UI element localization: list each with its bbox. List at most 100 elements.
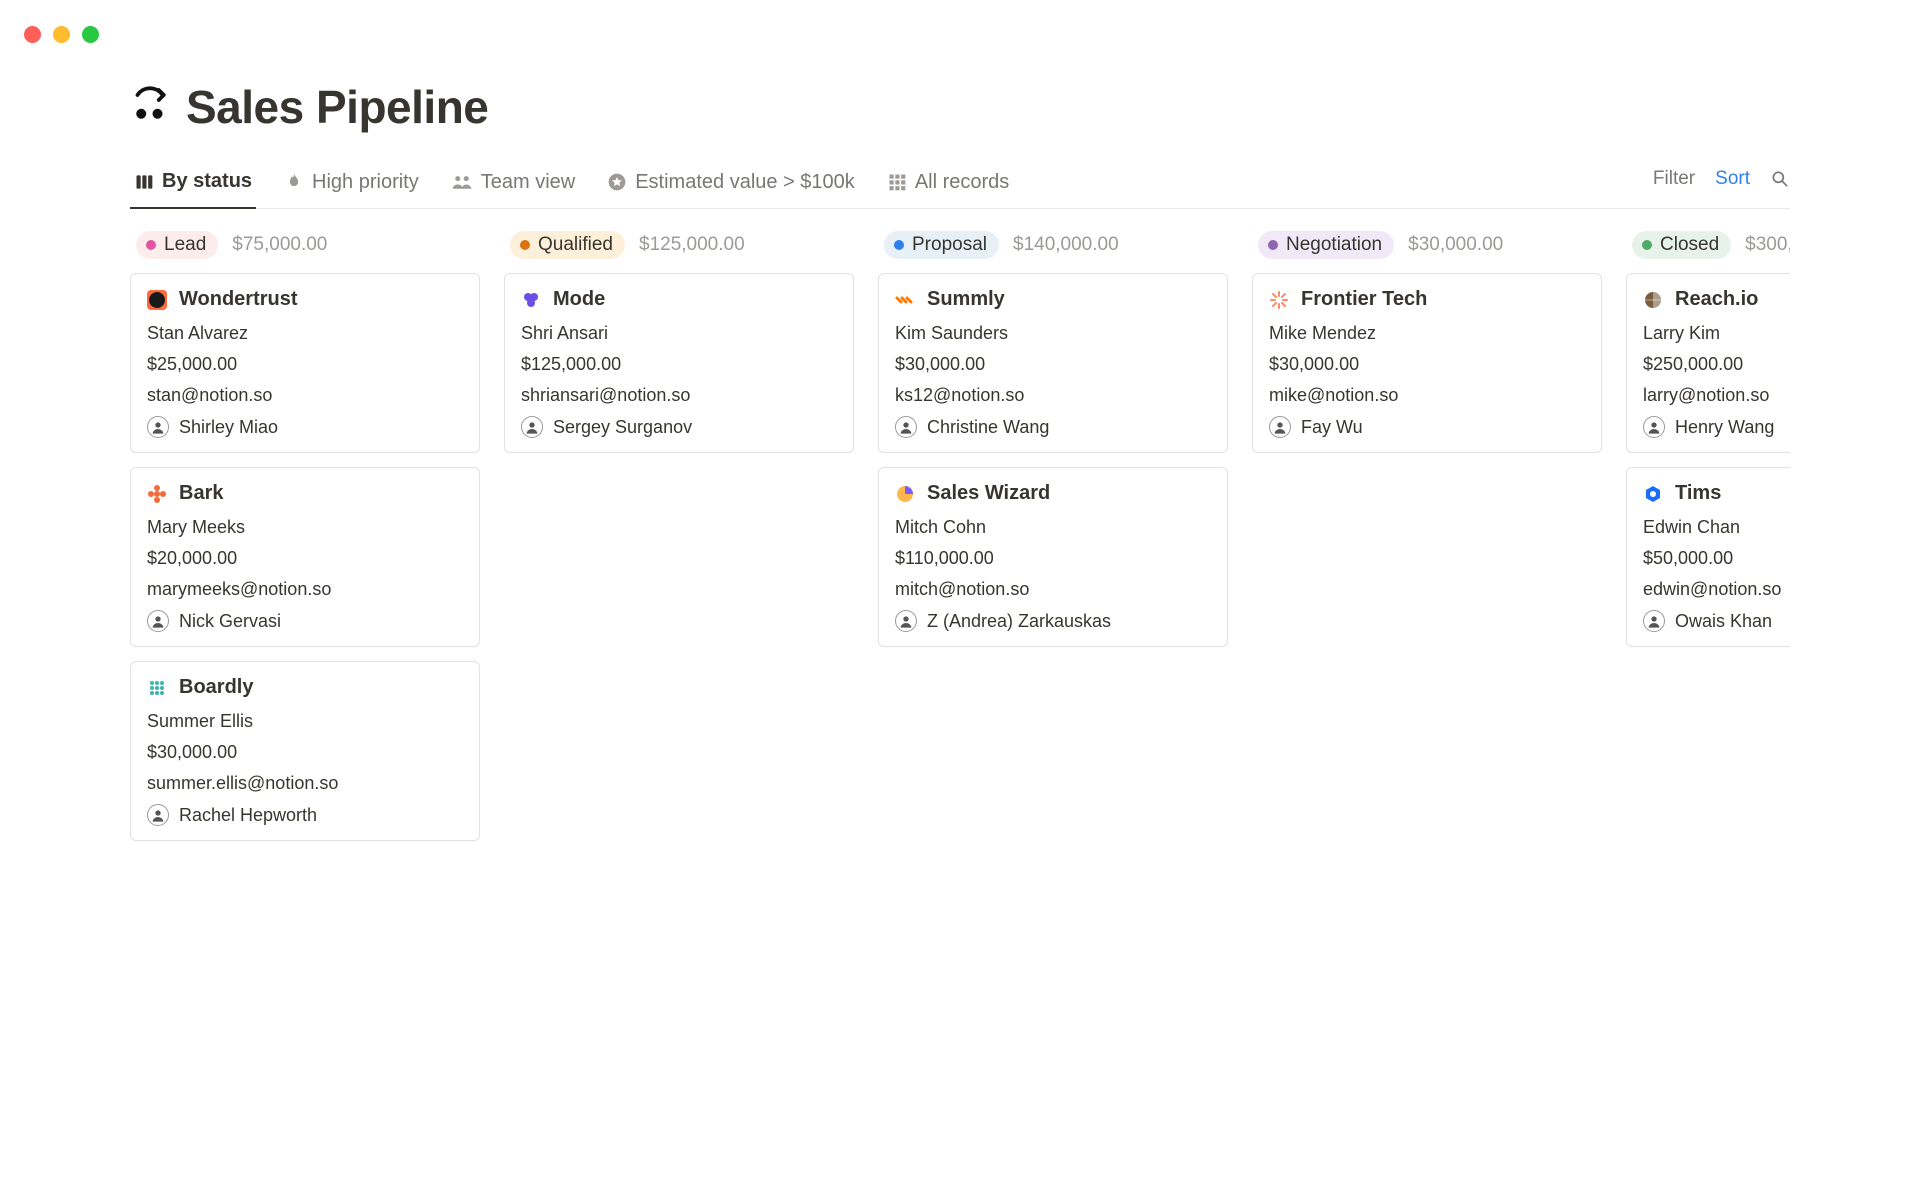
deal-card[interactable]: Reach.io Larry Kim $250,000.00 larry@not… <box>1626 273 1790 453</box>
deal-value: $25,000.00 <box>147 354 463 375</box>
owner-avatar-icon <box>1269 416 1291 438</box>
company-logo-icon <box>1643 290 1663 310</box>
deal-card[interactable]: Mode Shri Ansari $125,000.00 shriansari@… <box>504 273 854 453</box>
sort-button[interactable]: Sort <box>1715 168 1750 190</box>
owner-avatar-icon <box>1643 416 1665 438</box>
pipeline-icon <box>130 85 170 130</box>
view-tab-by-status[interactable]: By status <box>130 162 256 209</box>
close-window-button[interactable] <box>24 26 41 43</box>
status-pill[interactable]: Lead <box>136 231 218 259</box>
view-tab-label: Team view <box>481 171 575 194</box>
contact-email: stan@notion.so <box>147 385 463 406</box>
owner-name: Fay Wu <box>1301 417 1363 438</box>
column-sum: $125,000.00 <box>639 234 745 256</box>
contact-name: Kim Saunders <box>895 323 1211 344</box>
status-dot-icon <box>894 240 904 250</box>
view-toolbar: Filter Sort <box>1653 168 1790 202</box>
contact-name: Stan Alvarez <box>147 323 463 344</box>
deal-value: $250,000.00 <box>1643 354 1790 375</box>
view-tab-label: By status <box>162 170 252 193</box>
status-label: Lead <box>164 234 206 256</box>
company-name: Wondertrust <box>179 288 298 311</box>
status-label: Closed <box>1660 234 1719 256</box>
contact-email: mike@notion.so <box>1269 385 1585 406</box>
contact-name: Summer Ellis <box>147 711 463 732</box>
view-tab-team-view[interactable]: Team view <box>447 163 579 208</box>
column-header: Closed$300,000.00 <box>1626 231 1790 259</box>
contact-email: larry@notion.so <box>1643 385 1790 406</box>
owner-name: Henry Wang <box>1675 417 1774 438</box>
status-pill[interactable]: Closed <box>1632 231 1731 259</box>
owner-name: Nick Gervasi <box>179 611 281 632</box>
column-closed: Closed$300,000.00 Reach.io Larry Kim $25… <box>1626 231 1790 855</box>
column-lead: Lead $75,000.00 Wondertrust Stan Alvarez … <box>130 231 480 855</box>
status-pill[interactable]: Negotiation <box>1258 231 1394 259</box>
contact-email: summer.ellis@notion.so <box>147 773 463 794</box>
deal-card[interactable]: Wondertrust Stan Alvarez $25,000.00 stan… <box>130 273 480 453</box>
view-tab-estimated-value-100k[interactable]: Estimated value > $100k <box>603 163 859 208</box>
maximize-window-button[interactable] <box>82 26 99 43</box>
grid-icon <box>887 172 907 192</box>
deal-card[interactable]: Bark Mary Meeks $20,000.00 marymeeks@not… <box>130 467 480 647</box>
deal-value: $110,000.00 <box>895 548 1211 569</box>
view-tab-label: All records <box>915 171 1009 194</box>
status-pill[interactable]: Qualified <box>510 231 625 259</box>
column-header: Lead $75,000.00 <box>130 231 480 259</box>
deal-value: $30,000.00 <box>895 354 1211 375</box>
search-icon[interactable] <box>1770 169 1790 189</box>
deal-value: $125,000.00 <box>521 354 837 375</box>
filter-button[interactable]: Filter <box>1653 168 1695 190</box>
contact-email: marymeeks@notion.so <box>147 579 463 600</box>
view-tab-all-records[interactable]: All records <box>883 163 1013 208</box>
contact-name: Edwin Chan <box>1643 517 1790 538</box>
minimize-window-button[interactable] <box>53 26 70 43</box>
column-sum: $75,000.00 <box>232 234 327 256</box>
status-dot-icon <box>146 240 156 250</box>
company-name: Bark <box>179 482 223 505</box>
status-dot-icon <box>520 240 530 250</box>
owner-name: Rachel Hepworth <box>179 805 317 826</box>
company-name: Summly <box>927 288 1005 311</box>
status-label: Proposal <box>912 234 987 256</box>
owner-avatar-icon <box>147 416 169 438</box>
company-logo-icon <box>521 290 541 310</box>
contact-name: Mitch Cohn <box>895 517 1211 538</box>
deal-card[interactable]: Summly Kim Saunders $30,000.00 ks12@noti… <box>878 273 1228 453</box>
company-logo-icon <box>1269 290 1289 310</box>
company-logo-icon <box>147 290 167 310</box>
company-name: Sales Wizard <box>927 482 1050 505</box>
deal-card[interactable]: Boardly Summer Ellis $30,000.00 summer.e… <box>130 661 480 841</box>
contact-name: Mike Mendez <box>1269 323 1585 344</box>
view-tab-high-priority[interactable]: High priority <box>280 163 423 208</box>
deal-value: $30,000.00 <box>147 742 463 763</box>
column-proposal: Proposal$140,000.00 Summly Kim Saunders … <box>878 231 1228 855</box>
owner-name: Sergey Surganov <box>553 417 692 438</box>
column-sum: $30,000.00 <box>1408 234 1503 256</box>
company-logo-icon <box>147 484 167 504</box>
kanban-board: Lead $75,000.00 Wondertrust Stan Alvarez … <box>130 231 1790 855</box>
status-label: Qualified <box>538 234 613 256</box>
deal-value: $30,000.00 <box>1269 354 1585 375</box>
status-pill[interactable]: Proposal <box>884 231 999 259</box>
owner-avatar-icon <box>895 610 917 632</box>
deal-card[interactable]: Sales Wizard Mitch Cohn $110,000.00 mitc… <box>878 467 1228 647</box>
column-header: Negotiation $30,000.00 <box>1252 231 1602 259</box>
company-name: Reach.io <box>1675 288 1758 311</box>
company-name: Frontier Tech <box>1301 288 1427 311</box>
contact-name: Mary Meeks <box>147 517 463 538</box>
star-icon <box>607 172 627 192</box>
owner-name: Shirley Miao <box>179 417 278 438</box>
owner-avatar-icon <box>521 416 543 438</box>
owner-avatar-icon <box>1643 610 1665 632</box>
owner-avatar-icon <box>147 804 169 826</box>
company-logo-icon <box>1643 484 1663 504</box>
people-icon <box>451 172 473 192</box>
window-controls[interactable] <box>24 26 99 43</box>
owner-avatar-icon <box>895 416 917 438</box>
contact-email: edwin@notion.so <box>1643 579 1790 600</box>
deal-card[interactable]: Tims Edwin Chan $50,000.00 edwin@notion.… <box>1626 467 1790 647</box>
deal-card[interactable]: Frontier Tech Mike Mendez $30,000.00 mik… <box>1252 273 1602 453</box>
view-tab-label: High priority <box>312 171 419 194</box>
status-label: Negotiation <box>1286 234 1382 256</box>
column-header: Qualified $125,000.00 <box>504 231 854 259</box>
